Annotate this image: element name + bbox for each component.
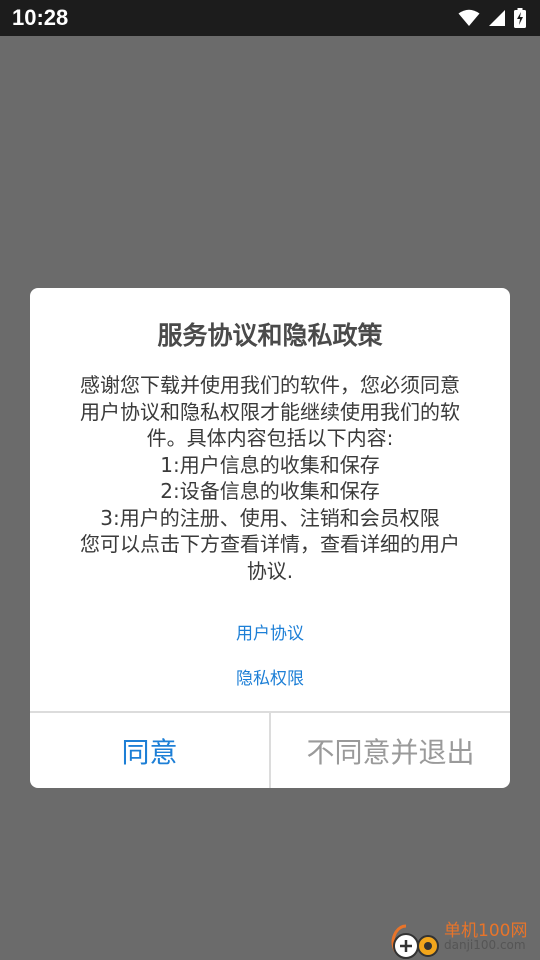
battery-charging-icon: [514, 8, 526, 28]
status-bar: 10:28: [0, 0, 540, 36]
decline-exit-button[interactable]: 不同意并退出: [271, 713, 510, 788]
dialog-title: 服务协议和隐私政策: [157, 321, 383, 350]
privacy-link[interactable]: 隐私权限: [30, 668, 510, 690]
body-line: 2:设备信息的收集和保存: [160, 479, 380, 503]
body-line: 用户协议和隐私权限才能继续使用我们的软: [80, 399, 460, 424]
status-time: 10:28: [12, 5, 69, 30]
body-line: 1:用户信息的收集和保存: [160, 452, 380, 477]
watermark-logo-icon: [386, 912, 442, 960]
watermark-url: danji100.com: [444, 938, 526, 952]
status-icons: [458, 8, 526, 28]
body-line: 感谢您下载并使用我们的软件，您必须同意: [80, 373, 460, 397]
body-line: 件。具体内容包括以下内容:: [146, 426, 394, 450]
dialog-body: 感谢您下载并使用我们的软件，您必须同意 用户协议和隐私权限才能继续使用我们的软 …: [52, 372, 488, 584]
wifi-icon: [458, 9, 480, 27]
cellular-signal-icon: [488, 9, 506, 27]
body-line: 协议.: [246, 558, 294, 583]
agree-button[interactable]: 同意: [30, 713, 269, 788]
privacy-dialog: 服务协议和隐私政策 感谢您下载并使用我们的软件，您必须同意 用户协议和隐私权限才…: [30, 288, 510, 788]
user-agreement-link[interactable]: 用户协议: [30, 623, 510, 645]
body-line: 您可以点击下方查看详情，查看详细的用户: [80, 532, 460, 556]
body-line: 3:用户的注册、使用、注销和会员权限: [100, 505, 440, 530]
watermark: 单机100网 danji100.com: [386, 912, 536, 960]
